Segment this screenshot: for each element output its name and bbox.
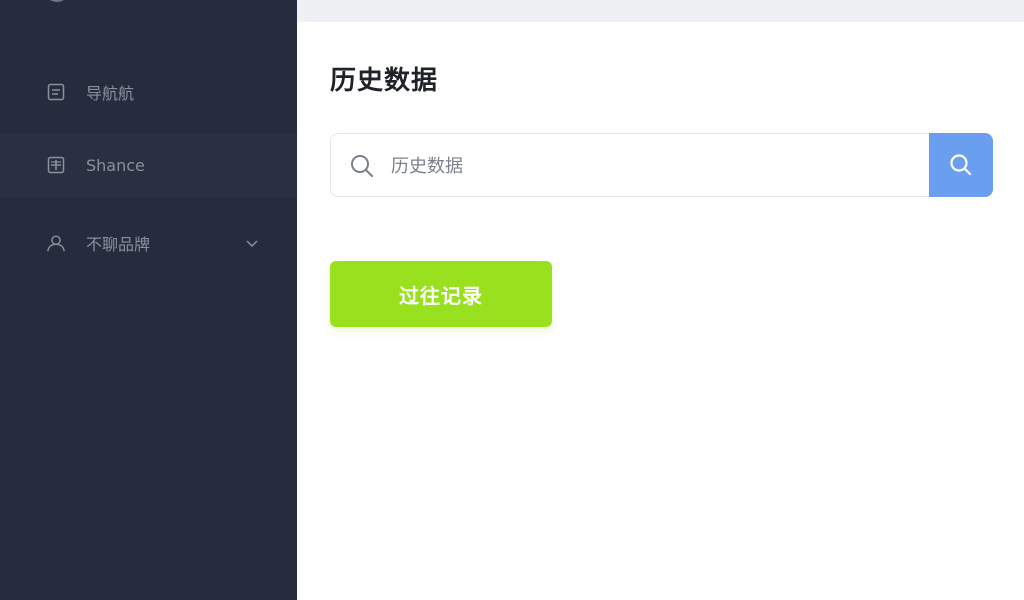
search-icon <box>950 154 972 176</box>
document-icon <box>46 82 66 102</box>
search-input[interactable] <box>389 146 923 186</box>
sidebar-item-label: 导航航 <box>86 84 135 103</box>
app-window: 导航航 Shance 不聊品牌 历史数据 历史数据 过往记录 <box>0 0 1024 600</box>
history-records-button[interactable]: 过往记录 <box>330 261 552 327</box>
main-content: 历史数据 过往记录 <box>297 0 1024 600</box>
user-icon <box>46 233 66 253</box>
search-button[interactable] <box>929 133 993 197</box>
logo-icon <box>44 0 70 2</box>
search-box <box>330 133 993 197</box>
page-title: 历史数据 <box>330 66 439 96</box>
sidebar-item-navigation[interactable]: 导航航 <box>0 60 297 124</box>
sidebar-item-shance[interactable]: Shance <box>0 133 297 197</box>
sidebar-item-label: Shance <box>86 155 145 175</box>
sidebar: 导航航 Shance 不聊品牌 <box>0 0 297 600</box>
table-icon <box>46 155 66 175</box>
sidebar-item-brand[interactable]: 不聊品牌 <box>0 211 297 275</box>
top-bar <box>297 0 1024 22</box>
search-icon <box>349 153 375 179</box>
chevron-down-icon[interactable] <box>245 236 259 250</box>
sidebar-item-label: 不聊品牌 <box>86 235 151 254</box>
